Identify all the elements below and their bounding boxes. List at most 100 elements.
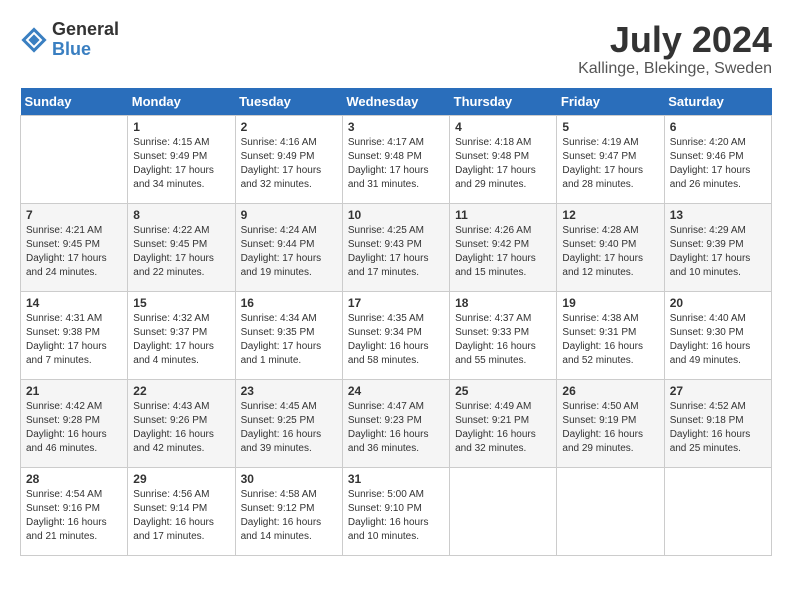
logo: General Blue [20,20,119,60]
cell-content: Sunrise: 4:47 AMSunset: 9:23 PMDaylight:… [348,400,444,456]
page-header: General Blue July 2024 Kallinge, Bleking… [20,20,772,78]
calendar-cell: 12 Sunrise: 4:28 AMSunset: 9:40 PMDayligh… [557,203,664,291]
day-number: 7 [26,208,122,222]
cell-content: Sunrise: 4:35 AMSunset: 9:34 PMDaylight:… [348,312,444,368]
day-number: 3 [348,120,444,134]
calendar-cell: 25 Sunrise: 4:49 AMSunset: 9:21 PMDayligh… [450,379,557,467]
column-header-sunday: Sunday [21,88,128,116]
day-number: 2 [241,120,337,134]
calendar-cell [450,467,557,555]
week-row-5: 28 Sunrise: 4:54 AMSunset: 9:16 PMDayligh… [21,467,772,555]
calendar-cell: 2 Sunrise: 4:16 AMSunset: 9:49 PMDaylight… [235,115,342,203]
logo-general: General [52,20,119,40]
logo-text: General Blue [52,20,119,60]
day-number: 9 [241,208,337,222]
week-row-3: 14 Sunrise: 4:31 AMSunset: 9:38 PMDayligh… [21,291,772,379]
cell-content: Sunrise: 4:17 AMSunset: 9:48 PMDaylight:… [348,136,444,192]
day-number: 19 [562,296,658,310]
calendar-cell: 4Sunrise: 4:18 AMSunset: 9:48 PMDaylight… [450,115,557,203]
cell-content: Sunrise: 4:19 AMSunset: 9:47 PMDaylight:… [562,136,658,192]
calendar-cell: 31Sunrise: 5:00 AMSunset: 9:10 PMDayligh… [342,467,449,555]
day-number: 16 [241,296,337,310]
column-header-wednesday: Wednesday [342,88,449,116]
column-header-saturday: Saturday [664,88,771,116]
calendar-cell: 24 Sunrise: 4:47 AMSunset: 9:23 PMDayligh… [342,379,449,467]
cell-content: Sunrise: 4:49 AMSunset: 9:21 PMDaylight:… [455,400,551,456]
day-number: 21 [26,384,122,398]
day-number: 30 [241,472,337,486]
week-row-1: 1Sunrise: 4:15 AMSunset: 9:49 PMDaylight… [21,115,772,203]
calendar-cell: 20 Sunrise: 4:40 AMSunset: 9:30 PMDayligh… [664,291,771,379]
cell-content: Sunrise: 4:52 AMSunset: 9:18 PMDaylight:… [670,400,766,456]
cell-content: Sunrise: 4:45 AMSunset: 9:25 PMDaylight:… [241,400,337,456]
calendar-cell: 6 Sunrise: 4:20 AMSunset: 9:46 PMDaylight… [664,115,771,203]
cell-content: Sunrise: 4:50 AMSunset: 9:19 PMDaylight:… [562,400,658,456]
day-number: 22 [133,384,229,398]
calendar-cell: 28 Sunrise: 4:54 AMSunset: 9:16 PMDayligh… [21,467,128,555]
calendar-cell: 10Sunrise: 4:25 AMSunset: 9:43 PMDayligh… [342,203,449,291]
day-number: 5 [562,120,658,134]
title-block: July 2024 Kallinge, Blekinge, Sweden [578,20,772,78]
week-row-4: 21 Sunrise: 4:42 AMSunset: 9:28 PMDayligh… [21,379,772,467]
column-header-monday: Monday [128,88,235,116]
cell-content: Sunrise: 4:22 AMSunset: 9:45 PMDaylight:… [133,224,229,280]
calendar-cell: 3 Sunrise: 4:17 AMSunset: 9:48 PMDaylight… [342,115,449,203]
column-header-friday: Friday [557,88,664,116]
logo-blue: Blue [52,40,119,60]
calendar-cell: 8 Sunrise: 4:22 AMSunset: 9:45 PMDaylight… [128,203,235,291]
calendar-cell: 15 Sunrise: 4:32 AMSunset: 9:37 PMDayligh… [128,291,235,379]
day-number: 1 [133,120,229,134]
cell-content: Sunrise: 4:18 AMSunset: 9:48 PMDaylight:… [455,136,551,192]
cell-content: Sunrise: 4:54 AMSunset: 9:16 PMDaylight:… [26,488,122,544]
day-number: 24 [348,384,444,398]
day-number: 18 [455,296,551,310]
day-number: 6 [670,120,766,134]
calendar-cell: 22 Sunrise: 4:43 AMSunset: 9:26 PMDayligh… [128,379,235,467]
calendar-cell: 18 Sunrise: 4:37 AMSunset: 9:33 PMDayligh… [450,291,557,379]
calendar-cell: 1Sunrise: 4:15 AMSunset: 9:49 PMDaylight… [128,115,235,203]
calendar-cell: 13 Sunrise: 4:29 AMSunset: 9:39 PMDayligh… [664,203,771,291]
cell-content: Sunrise: 4:40 AMSunset: 9:30 PMDaylight:… [670,312,766,368]
cell-content: Sunrise: 4:43 AMSunset: 9:26 PMDaylight:… [133,400,229,456]
cell-content: Sunrise: 4:56 AMSunset: 9:14 PMDaylight:… [133,488,229,544]
cell-content: Sunrise: 4:26 AMSunset: 9:42 PMDaylight:… [455,224,551,280]
cell-content: Sunrise: 4:38 AMSunset: 9:31 PMDaylight:… [562,312,658,368]
day-number: 14 [26,296,122,310]
cell-content: Sunrise: 4:16 AMSunset: 9:49 PMDaylight:… [241,136,337,192]
week-row-2: 7 Sunrise: 4:21 AMSunset: 9:45 PMDaylight… [21,203,772,291]
calendar-cell: 19 Sunrise: 4:38 AMSunset: 9:31 PMDayligh… [557,291,664,379]
day-number: 11 [455,208,551,222]
day-number: 8 [133,208,229,222]
calendar-cell: 17 Sunrise: 4:35 AMSunset: 9:34 PMDayligh… [342,291,449,379]
day-number: 29 [133,472,229,486]
cell-content: Sunrise: 4:29 AMSunset: 9:39 PMDaylight:… [670,224,766,280]
calendar-cell [664,467,771,555]
cell-content: Sunrise: 4:21 AMSunset: 9:45 PMDaylight:… [26,224,122,280]
day-number: 20 [670,296,766,310]
day-number: 28 [26,472,122,486]
cell-content: Sunrise: 4:28 AMSunset: 9:40 PMDaylight:… [562,224,658,280]
day-number: 17 [348,296,444,310]
day-number: 15 [133,296,229,310]
cell-content: Sunrise: 4:31 AMSunset: 9:38 PMDaylight:… [26,312,122,368]
cell-content: Sunrise: 4:32 AMSunset: 9:37 PMDaylight:… [133,312,229,368]
calendar-cell: 16Sunrise: 4:34 AMSunset: 9:35 PMDayligh… [235,291,342,379]
cell-content: Sunrise: 4:20 AMSunset: 9:46 PMDaylight:… [670,136,766,192]
day-number: 12 [562,208,658,222]
calendar-cell: 26Sunrise: 4:50 AMSunset: 9:19 PMDayligh… [557,379,664,467]
calendar-header-row: SundayMondayTuesdayWednesdayThursdayFrid… [21,88,772,116]
calendar-cell: 14 Sunrise: 4:31 AMSunset: 9:38 PMDayligh… [21,291,128,379]
cell-content: Sunrise: 4:37 AMSunset: 9:33 PMDaylight:… [455,312,551,368]
day-number: 31 [348,472,444,486]
location-title: Kallinge, Blekinge, Sweden [578,60,772,78]
day-number: 27 [670,384,766,398]
column-header-thursday: Thursday [450,88,557,116]
calendar-cell: 5 Sunrise: 4:19 AMSunset: 9:47 PMDaylight… [557,115,664,203]
cell-content: Sunrise: 4:42 AMSunset: 9:28 PMDaylight:… [26,400,122,456]
calendar-cell: 23Sunrise: 4:45 AMSunset: 9:25 PMDayligh… [235,379,342,467]
day-number: 13 [670,208,766,222]
day-number: 25 [455,384,551,398]
cell-content: Sunrise: 4:58 AMSunset: 9:12 PMDaylight:… [241,488,337,544]
column-header-tuesday: Tuesday [235,88,342,116]
calendar-cell [557,467,664,555]
